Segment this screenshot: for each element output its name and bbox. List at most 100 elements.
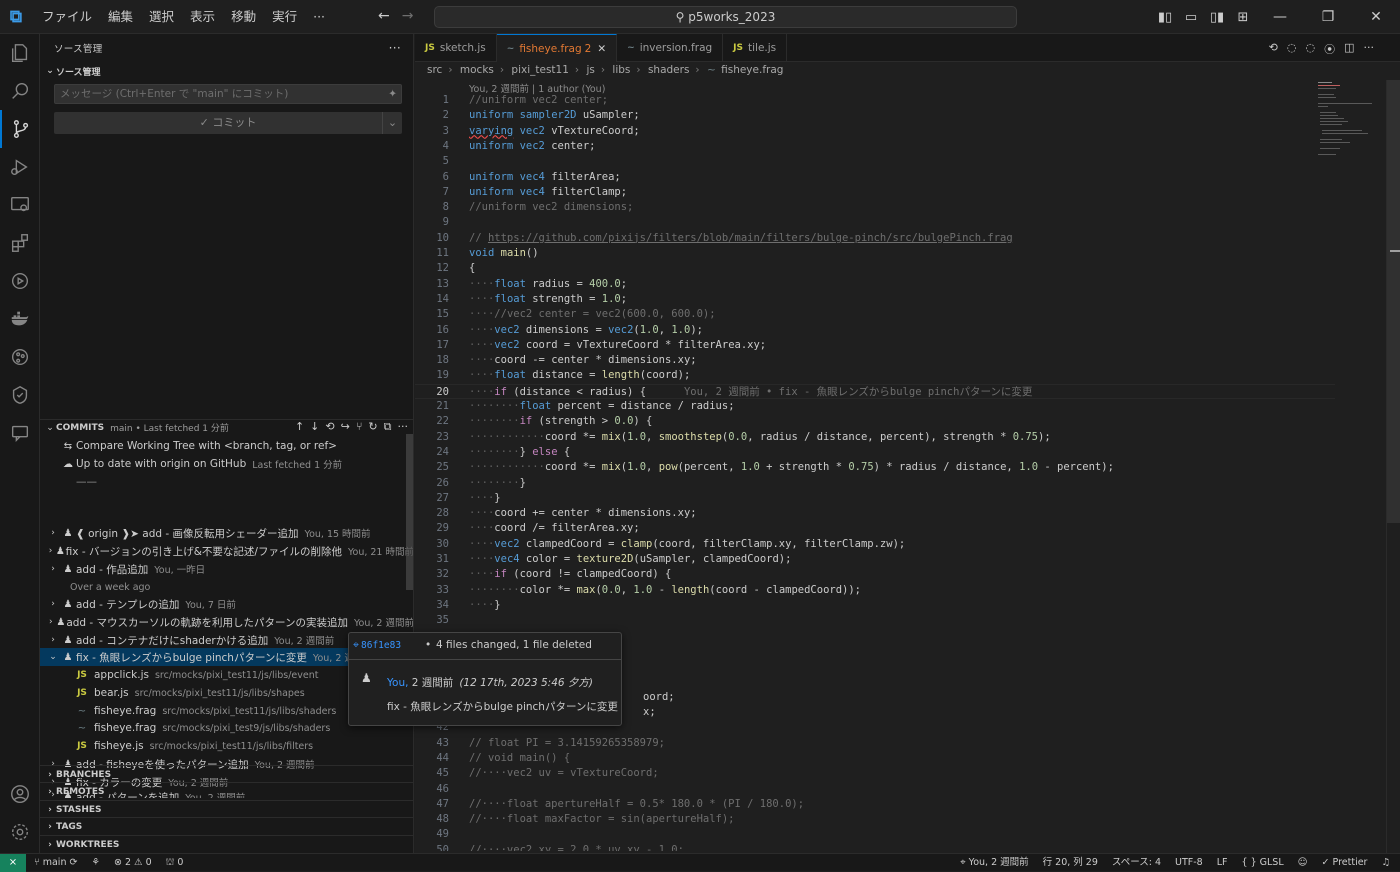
code-line[interactable]: 1 //uniform vec2 center; — [415, 93, 1335, 108]
code-line[interactable]: 35 — [415, 613, 1335, 628]
commit-item[interactable]: › ♟ ❰ origin ❱➤ add - 画像反転用シェーダー追加 You, … — [40, 524, 413, 542]
collapse-all-icon[interactable]: ⧉ — [384, 420, 392, 434]
language-mode[interactable]: { } GLSL — [1242, 854, 1284, 872]
breadcrumb-item[interactable]: js — [586, 64, 594, 76]
encoding[interactable]: UTF-8 — [1175, 854, 1203, 872]
fetch-icon[interactable]: ↪ — [341, 420, 350, 434]
menu-go[interactable]: 移動 — [223, 0, 264, 34]
code-line[interactable]: 48 //····float maxFactor = sin(apertureHa… — [415, 812, 1335, 827]
code-line[interactable]: 49 — [415, 827, 1335, 842]
back-arrow-icon[interactable]: ← — [378, 8, 390, 24]
previous-change-icon[interactable]: ◌ — [1287, 41, 1297, 57]
code-line[interactable]: 11 void main() — [415, 246, 1335, 261]
code-line[interactable]: 5 — [415, 154, 1335, 169]
chat-icon[interactable] — [0, 414, 40, 452]
more-actions-icon[interactable]: ··· — [398, 420, 409, 434]
stashes-section-header[interactable]: › STASHES — [40, 800, 413, 818]
maximize-button[interactable]: ❐ — [1304, 9, 1352, 25]
code-line[interactable]: 29 ····coord /= filterArea.xy; — [415, 521, 1335, 536]
end-of-line[interactable]: LF — [1217, 854, 1228, 872]
minimize-button[interactable]: — — [1256, 9, 1304, 25]
toggle-blame-icon[interactable]: ⦿ — [1324, 41, 1335, 57]
toggle-primary-sidebar-icon[interactable]: ▮▯ — [1152, 10, 1178, 25]
code-line[interactable]: 22 ········if (strength > 0.0) { — [415, 414, 1335, 429]
code-line[interactable]: 9 — [415, 215, 1335, 230]
manage-gear-icon[interactable] — [0, 813, 40, 851]
code-line[interactable]: 43 // float PI = 3.14159265358979; — [415, 736, 1335, 751]
remote-explorer-icon[interactable] — [0, 186, 40, 224]
notifications-bell-icon[interactable]: ♫ — [1381, 854, 1390, 872]
menu-view[interactable]: 表示 — [182, 0, 223, 34]
close-tab-icon[interactable]: ✕ — [597, 43, 606, 55]
breadcrumb-item[interactable]: pixi_test11 — [511, 64, 569, 76]
tab-fisheye-frag[interactable]: ~ fisheye.frag 2 ✕ — [496, 34, 618, 62]
run-debug-icon[interactable] — [0, 148, 40, 186]
breadcrumb-item[interactable]: src — [427, 64, 442, 76]
menu-selection[interactable]: 選択 — [141, 0, 182, 34]
commit-item[interactable]: › ♟ add - テンプレの追加 You, 7 日前 — [40, 595, 413, 613]
tags-section-header[interactable]: › TAGS — [40, 817, 413, 835]
code-line[interactable]: 19 ····float distance = length(coord); — [415, 368, 1335, 383]
code-line[interactable]: 12 { — [415, 261, 1335, 276]
commit-item[interactable]: › ♟ add - マウスカーソルの軌跡を利用したパターンの実装追加 You, … — [40, 613, 413, 631]
current-line[interactable]: 20 ····if (distance < radius) { You, 2 週間… — [415, 383, 1335, 399]
sync-icon[interactable]: ⟲ — [325, 420, 334, 434]
open-changes-icon[interactable]: ⟲ — [1269, 41, 1278, 57]
code-line[interactable]: 7 uniform vec4 filterClamp; — [415, 185, 1335, 200]
refresh-icon[interactable]: ↻ — [368, 420, 377, 434]
indentation[interactable]: スペース: 4 — [1112, 854, 1161, 872]
problems-indicator[interactable]: ⊗ 2 ⚠ 0 — [114, 857, 152, 868]
explorer-icon[interactable] — [0, 34, 40, 72]
commit-dropdown-chevron-icon[interactable]: ⌄ — [382, 112, 402, 134]
code-line[interactable]: 10 // https://github.com/pixijs/filters/b… — [415, 231, 1335, 246]
prettier-status[interactable]: ✓ Prettier — [1322, 854, 1368, 872]
branches-section-header[interactable]: › BRANCHES — [40, 765, 413, 783]
command-center-search[interactable]: ⚲ p5works_2023 — [434, 6, 1017, 28]
code-line[interactable]: 24 ········} else { — [415, 445, 1335, 460]
editor-scrollbar[interactable] — [1386, 80, 1400, 853]
source-control-icon[interactable] — [0, 110, 40, 148]
blame-indicator[interactable]: ⌖ You, 2 週間前 — [960, 854, 1028, 872]
git-graph-status-icon[interactable]: ⚘ — [91, 857, 100, 868]
code-line[interactable]: 14 ····float strength = 1.0; — [415, 292, 1335, 307]
scrollbar-thumb[interactable] — [1387, 80, 1400, 523]
code-line[interactable]: 6 uniform vec4 filterArea; — [415, 170, 1335, 185]
remote-indicator-icon[interactable]: ⨯ — [0, 853, 26, 872]
tab-tile-js[interactable]: JS tile.js — [723, 34, 788, 62]
code-line[interactable]: 27 ····} — [415, 491, 1335, 506]
commit-message-input[interactable]: メッセージ (Ctrl+Enter で "main" にコミット) ✦ — [54, 84, 402, 104]
commit-item[interactable]: › ♟ fix - バージョンの引き上げ&不要な記述/ファイルの削除他 You,… — [40, 542, 413, 560]
tab-sketch-js[interactable]: JS sketch.js — [415, 34, 497, 62]
code-line[interactable]: 33 ········color *= max(0.0, 1.0 - length… — [415, 583, 1335, 598]
customize-layout-icon[interactable]: ⊞ — [1230, 10, 1256, 25]
close-window-button[interactable]: ✕ — [1352, 9, 1400, 25]
breadcrumb-item[interactable]: libs — [612, 64, 630, 76]
menu-edit[interactable]: 編集 — [100, 0, 141, 34]
code-line[interactable]: 17 ····vec2 coord = vTextureCoord * filte… — [415, 338, 1335, 353]
code-line[interactable]: 31 ····vec4 color = texture2D(uSampler, c… — [415, 552, 1335, 567]
commit-sha-link[interactable]: 86f1e83 — [361, 640, 401, 651]
source-control-section-header[interactable]: ⌄ ソース管理 — [40, 63, 100, 79]
git-graph-icon[interactable] — [0, 338, 40, 376]
search-icon[interactable] — [0, 72, 40, 110]
code-line[interactable]: 34 ····} — [415, 598, 1335, 613]
code-line[interactable]: 46 — [415, 782, 1335, 797]
breadcrumb-item[interactable]: fisheye.frag — [721, 64, 783, 76]
commit-button[interactable]: ✓ コミット ⌄ — [54, 112, 402, 134]
code-line[interactable]: 16 ····vec2 dimensions = vec2(1.0, 1.0); — [415, 323, 1335, 338]
code-line[interactable]: 18 ····coord -= center * dimensions.xy; — [415, 353, 1335, 368]
branch-indicator[interactable]: ⑂ main ⟳ — [34, 857, 77, 868]
toggle-panel-icon[interactable]: ▭ — [1178, 10, 1204, 25]
code-line[interactable]: 4 uniform vec2 center; — [415, 139, 1335, 154]
code-line[interactable]: 47 //····float apertureHalf = 0.5* 180.0 … — [415, 797, 1335, 812]
code-line[interactable]: 8 //uniform vec2 dimensions; — [415, 200, 1335, 215]
code-line[interactable]: 3 varying vec2 vTextureCoord; — [415, 124, 1335, 139]
menu-run[interactable]: 実行 — [264, 0, 305, 34]
compare-working-tree-item[interactable]: ⇆ Compare Working Tree with <branch, tag… — [40, 437, 413, 455]
code-line[interactable]: 2 uniform sampler2D uSampler; — [415, 108, 1335, 123]
remotes-section-header[interactable]: › REMOTES — [40, 782, 413, 800]
commits-section-header[interactable]: ⌄ COMMITS main • Last fetched 1 分前 ↑ ↓ ⟲… — [40, 419, 413, 435]
cursor-position[interactable]: 行 20, 列 29 — [1043, 854, 1098, 872]
menu-file[interactable]: ファイル — [34, 0, 100, 34]
code-line[interactable]: 28 ····coord += center * dimensions.xy; — [415, 506, 1335, 521]
